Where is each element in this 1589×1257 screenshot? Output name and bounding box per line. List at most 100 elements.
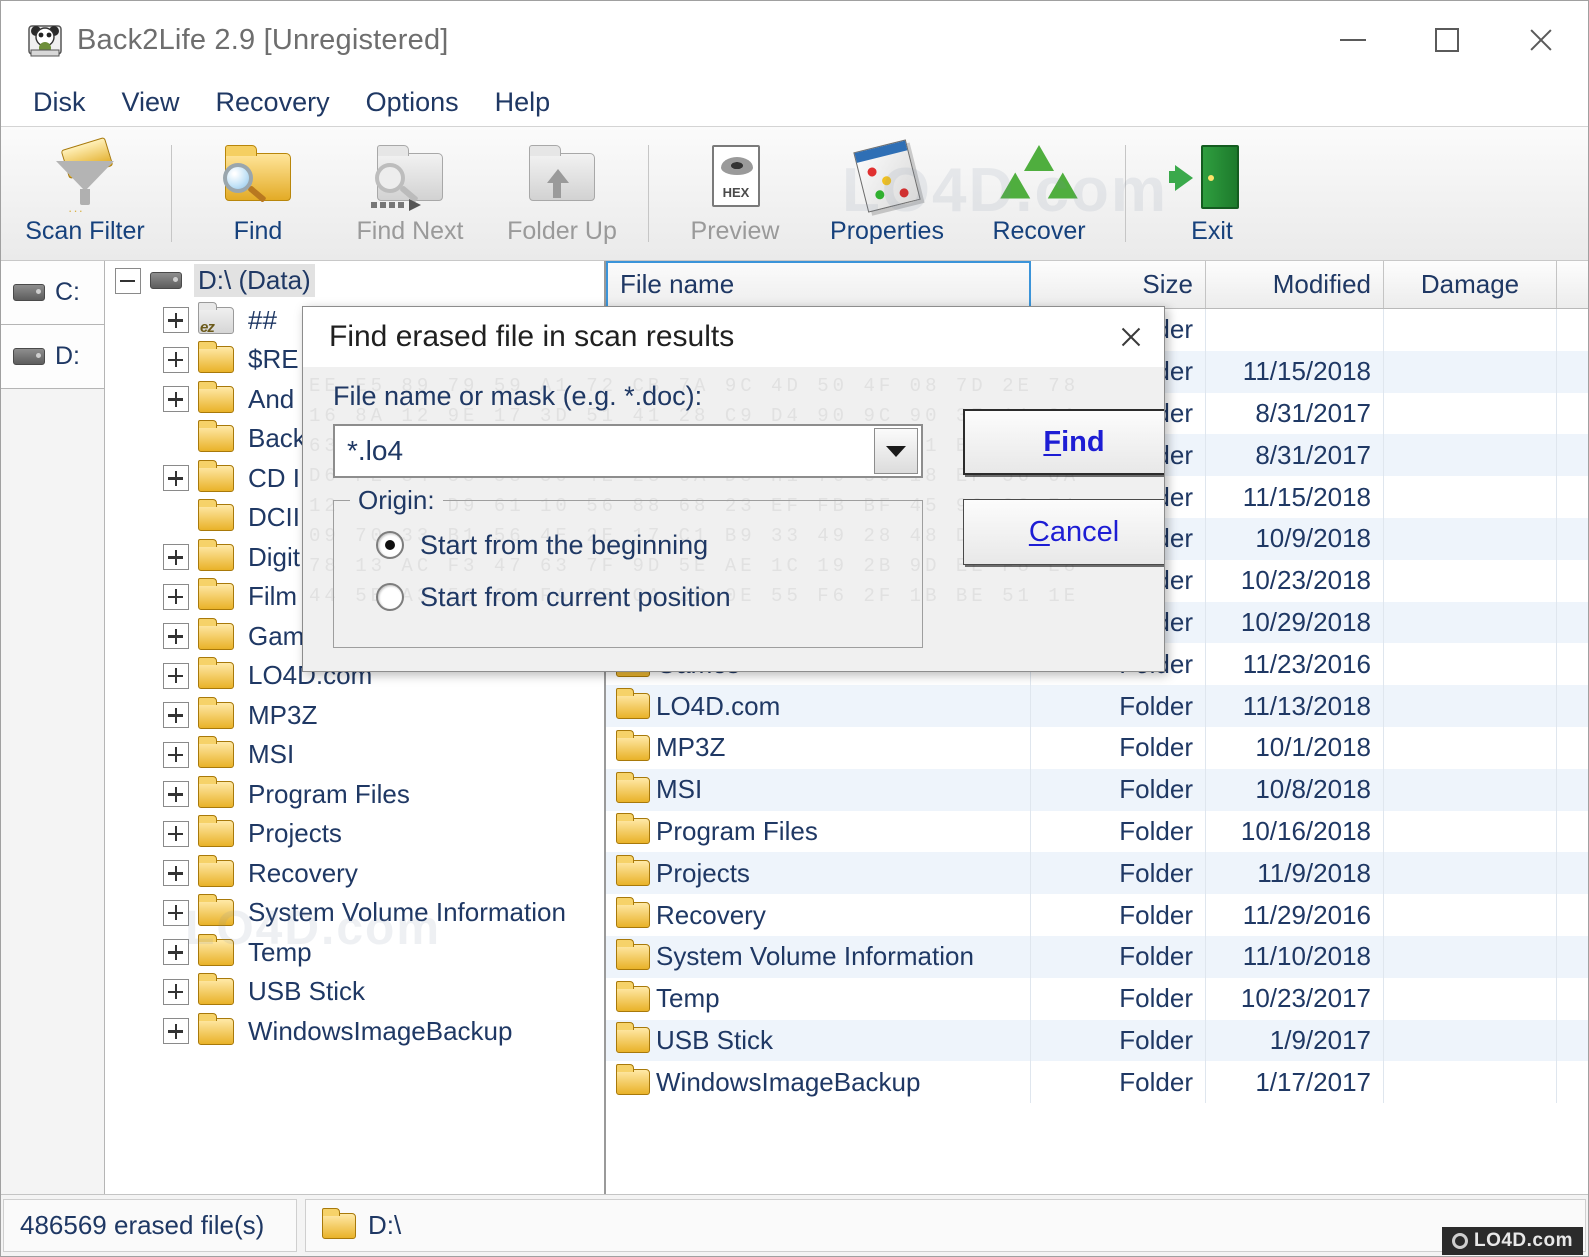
tree-node-item[interactable]: System Volume Information	[105, 893, 604, 933]
tree-expander-plus-icon[interactable]	[163, 662, 189, 689]
cell-size: Folder	[1031, 768, 1206, 811]
table-row[interactable]: MP3Z Folder 10/1/2018	[606, 726, 1588, 769]
cancel-button[interactable]: Cancel	[963, 499, 1164, 565]
mask-combobox[interactable]	[333, 424, 923, 478]
tree-node-item[interactable]: Temp	[105, 933, 604, 973]
tree-expander-plus-icon[interactable]	[163, 1018, 189, 1045]
toolbar-find-next-button[interactable]: Find Next	[334, 127, 486, 260]
folder-icon	[197, 657, 234, 690]
menu-item-help[interactable]: Help	[477, 85, 569, 120]
toolbar-find-button[interactable]: Find	[182, 127, 334, 260]
cell-file-name-text: System Volume Information	[656, 941, 974, 972]
folder-icon	[197, 933, 234, 966]
tree-node-item[interactable]: Recovery	[105, 854, 604, 894]
menu-item-disk[interactable]: Disk	[15, 85, 104, 120]
tree-expander-plus-icon[interactable]	[163, 978, 189, 1005]
cell-file-name: WindowsImageBackup	[606, 1061, 1031, 1104]
toolbar-scan-filter-button[interactable]: ··· Scan Filter	[9, 127, 161, 260]
menu-item-recovery[interactable]: Recovery	[198, 85, 348, 120]
cell-modified: 8/31/2017	[1206, 434, 1384, 477]
mask-dropdown-button[interactable]	[874, 428, 918, 474]
column-header-damage[interactable]: Damage	[1384, 261, 1557, 308]
tree-expander-plus-icon[interactable]	[163, 939, 189, 966]
column-header-modified[interactable]: Modified	[1206, 261, 1384, 308]
cell-modified: 10/23/2018	[1206, 559, 1384, 602]
maximize-button[interactable]	[1400, 1, 1494, 79]
cell-modified: 11/13/2018	[1206, 685, 1384, 727]
folder-icon	[197, 854, 234, 887]
tree-node-item[interactable]: MSI	[105, 735, 604, 775]
tree-node-label: Back	[248, 423, 306, 454]
tree-node-item[interactable]: Program Files	[105, 775, 604, 815]
drive-tab-d-label: D:	[55, 342, 80, 370]
cell-modified: 10/9/2018	[1206, 517, 1384, 560]
toolbar-properties-button[interactable]: Properties	[811, 127, 963, 260]
tree-expander-plus-icon[interactable]	[163, 820, 189, 847]
table-row[interactable]: WindowsImageBackup Folder 1/17/2017	[606, 1061, 1588, 1104]
toolbar-recover-button[interactable]: Recover	[963, 127, 1115, 260]
column-header-file-name[interactable]: File name	[606, 261, 1031, 308]
drive-tab-c[interactable]: C:	[1, 261, 104, 325]
origin-option-current[interactable]: Start from current position	[334, 571, 922, 623]
tree-expander-plus-icon[interactable]	[163, 544, 189, 571]
tree-expander-none-icon	[163, 426, 189, 452]
table-row[interactable]: Program Files Folder 10/16/2018	[606, 810, 1588, 853]
table-row[interactable]: MSI Folder 10/8/2018	[606, 768, 1588, 811]
close-button[interactable]	[1494, 1, 1588, 79]
cell-file-name-text: Program Files	[656, 815, 818, 846]
cell-filler	[1557, 602, 1588, 644]
tree-expander-plus-icon[interactable]	[163, 583, 189, 610]
tree-expander-plus-icon[interactable]	[163, 860, 189, 887]
toolbar-preview-button[interactable]: HEX Preview	[659, 127, 811, 260]
find-button[interactable]: Find	[963, 409, 1164, 475]
tree-node-root[interactable]: D:\ (Data)	[105, 261, 604, 301]
tree-expander-plus-icon[interactable]	[163, 899, 189, 926]
toolbar: ··· Scan Filter Find Find Next Folder Up…	[1, 127, 1588, 261]
tree-expander-plus-icon[interactable]	[163, 465, 189, 492]
tree-expander-plus-icon[interactable]	[163, 386, 189, 413]
mask-input[interactable]	[335, 426, 874, 476]
title-bar: Back2Life 2.9 [Unregistered]	[1, 1, 1588, 79]
column-header-filler	[1557, 261, 1588, 308]
find-dialog-close-button[interactable]	[1098, 307, 1164, 367]
menu-item-view[interactable]: View	[104, 85, 198, 120]
drive-tab-d[interactable]: D:	[1, 325, 104, 389]
table-row[interactable]: USB Stick Folder 1/9/2017	[606, 1019, 1588, 1062]
close-icon	[1527, 26, 1555, 54]
table-row[interactable]: LO4D.com Folder 11/13/2018	[606, 685, 1588, 727]
toolbar-exit-button[interactable]: Exit	[1136, 127, 1288, 260]
tree-node-label: Program Files	[248, 778, 410, 809]
hard-drive-icon	[150, 272, 182, 290]
table-row[interactable]: Recovery Folder 11/29/2016	[606, 894, 1588, 936]
table-row[interactable]: Projects Folder 11/9/2018	[606, 852, 1588, 895]
column-header-size[interactable]: Size	[1031, 261, 1206, 308]
tree-expander-minus-icon[interactable]	[115, 267, 141, 294]
tree-expander-plus-icon[interactable]	[163, 702, 189, 729]
cell-modified: 11/23/2016	[1206, 643, 1384, 686]
toolbar-folder-up-button[interactable]: Folder Up	[486, 127, 638, 260]
tree-node-item[interactable]: WindowsImageBackup	[105, 1012, 604, 1052]
folder-icon	[615, 1064, 650, 1096]
table-row[interactable]: System Volume Information Folder 11/10/2…	[606, 935, 1588, 978]
minimize-button[interactable]	[1306, 1, 1400, 79]
tree-node-item[interactable]: MP3Z	[105, 696, 604, 736]
cell-file-name: MSI	[606, 768, 1031, 811]
tree-expander-plus-icon[interactable]	[163, 741, 189, 768]
radio-selected-icon[interactable]	[376, 531, 404, 559]
cell-file-name-text: MSI	[656, 774, 703, 805]
tree-node-item[interactable]: USB Stick	[105, 972, 604, 1012]
radio-unselected-icon[interactable]	[376, 583, 404, 611]
cell-file-name: LO4D.com	[606, 685, 1031, 727]
origin-option-beginning[interactable]: Start from the beginning	[334, 519, 922, 571]
scan-filter-icon: ···	[42, 136, 128, 218]
table-row[interactable]: Temp Folder 10/23/2017	[606, 977, 1588, 1020]
tree-node-item[interactable]: Projects	[105, 814, 604, 854]
cell-filler	[1557, 560, 1588, 602]
tree-expander-plus-icon[interactable]	[163, 346, 189, 373]
cell-file-name-text: LO4D.com	[656, 690, 781, 721]
tree-expander-plus-icon[interactable]	[163, 623, 189, 650]
menu-item-options[interactable]: Options	[348, 85, 477, 120]
find-dialog-content: File name or mask (e.g. *.doc): Origin: …	[333, 381, 1164, 648]
tree-expander-plus-icon[interactable]	[163, 307, 189, 334]
tree-expander-plus-icon[interactable]	[163, 781, 189, 808]
